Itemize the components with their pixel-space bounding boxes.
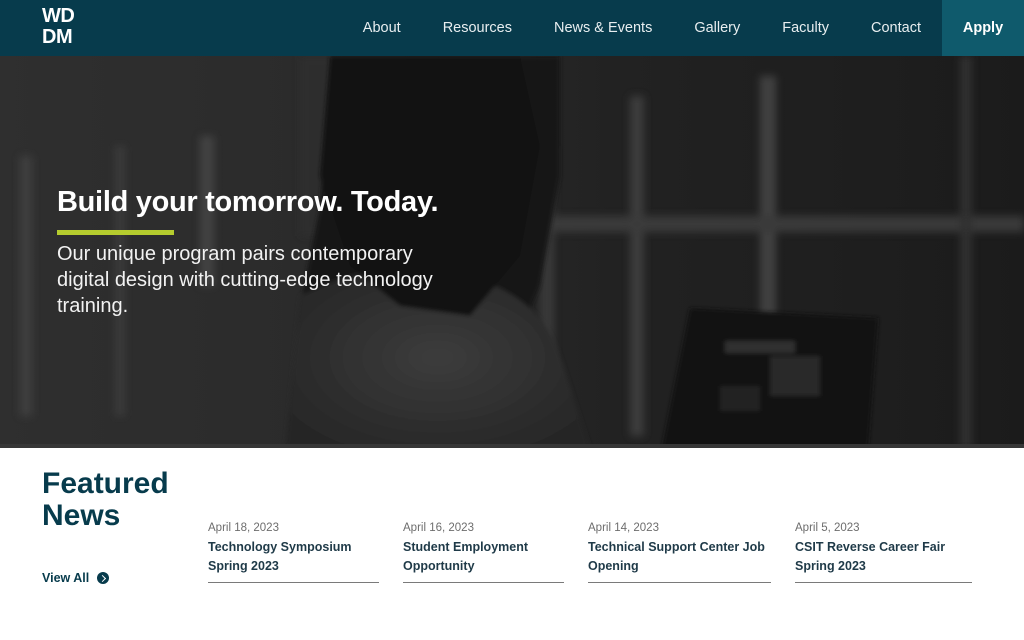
logo-line-2: DM xyxy=(42,26,73,48)
news-date: April 14, 2023 xyxy=(588,522,659,534)
view-all-link[interactable]: View All xyxy=(42,571,110,585)
site-logo[interactable]: WD DM xyxy=(42,6,86,48)
chevron-circle-right-icon xyxy=(97,572,110,584)
news-item[interactable]: April 18, 2023 Technology Symposium Spri… xyxy=(208,521,379,583)
nav-news-events[interactable]: News & Events xyxy=(533,0,673,56)
hero-title: Build your tomorrow. Today. xyxy=(57,186,439,218)
featured-heading-line-2: News xyxy=(42,499,121,532)
news-item[interactable]: April 5, 2023 CSIT Reverse Career Fair S… xyxy=(795,521,972,583)
featured-news-heading: Featured News xyxy=(42,468,169,532)
news-title: Technical Support Center Job Opening xyxy=(588,540,765,573)
news-date: April 5, 2023 xyxy=(795,522,860,534)
featured-heading-line-1: Featured xyxy=(42,467,169,500)
hero-description: Our unique program pairs contemporary di… xyxy=(57,243,433,317)
news-date: April 16, 2023 xyxy=(403,522,474,534)
view-all-label: View All xyxy=(42,571,90,585)
nav-about[interactable]: About xyxy=(342,0,422,56)
nav-faculty[interactable]: Faculty xyxy=(761,0,850,56)
site-header: WD DM About Resources News & Events Gall… xyxy=(0,0,1024,56)
hero-accent-bar xyxy=(57,230,174,235)
nav-resources[interactable]: Resources xyxy=(422,0,533,56)
news-item[interactable]: April 16, 2023 Student Employment Opport… xyxy=(403,521,564,583)
main-nav: About Resources News & Events Gallery Fa… xyxy=(342,0,1024,56)
news-item[interactable]: April 14, 2023 Technical Support Center … xyxy=(588,521,771,583)
hero-banner: Build your tomorrow. Today. Our unique p… xyxy=(0,56,1024,448)
news-title: Student Employment Opportunity xyxy=(403,540,529,573)
news-title: Technology Symposium Spring 2023 xyxy=(208,540,352,573)
nav-gallery[interactable]: Gallery xyxy=(673,0,761,56)
apply-button[interactable]: Apply xyxy=(942,0,1024,56)
logo-line-1: WD xyxy=(42,5,75,27)
news-date: April 18, 2023 xyxy=(208,522,279,534)
news-title: CSIT Reverse Career Fair Spring 2023 xyxy=(795,540,946,573)
nav-contact[interactable]: Contact xyxy=(850,0,942,56)
